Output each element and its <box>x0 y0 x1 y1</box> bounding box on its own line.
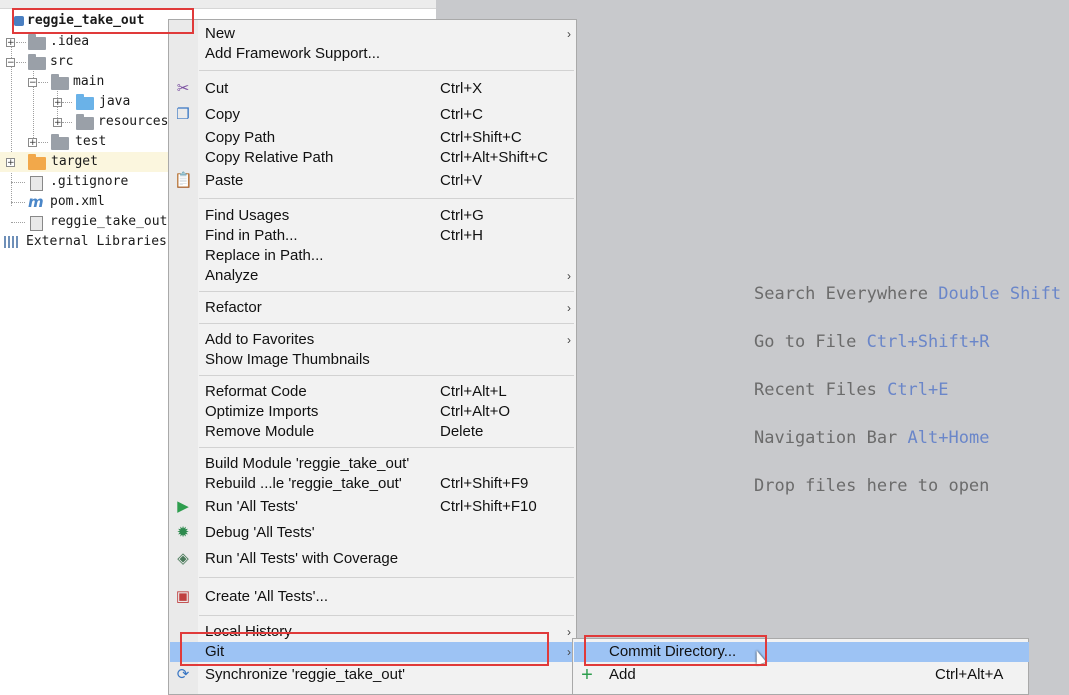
create-test-icon: ▣ <box>175 588 191 605</box>
menu-item-remove-module[interactable]: Remove Module Delete <box>170 422 575 442</box>
tree-root-label: reggie_take_out <box>27 13 145 28</box>
folder-blue-icon <box>76 94 94 110</box>
expand-icon[interactable]: + <box>6 38 15 48</box>
menu-item-new[interactable]: New › <box>170 24 575 44</box>
plus-icon: + <box>581 664 593 686</box>
menu-item-find-usages[interactable]: Find Usages Ctrl+G <box>170 206 575 226</box>
git-submenu: Commit Directory... + Add Ctrl+Alt+A <box>572 638 1029 695</box>
hint-go-to-file: Go to File Ctrl+Shift+R <box>754 332 990 352</box>
chevron-right-icon: › <box>567 269 571 283</box>
chevron-right-icon: › <box>567 27 571 41</box>
file-icon <box>30 176 43 191</box>
menu-item-git[interactable]: Git › <box>170 642 575 662</box>
tool-window-header <box>0 0 436 9</box>
submenu-item-add[interactable]: + Add Ctrl+Alt+A <box>574 665 1029 685</box>
coverage-icon: ◈ <box>177 550 189 567</box>
chevron-right-icon: › <box>567 625 571 639</box>
menu-item-rebuild-module[interactable]: Rebuild ...le 'reggie_take_out' Ctrl+Shif… <box>170 474 575 494</box>
menu-item-create-all-tests[interactable]: ▣ Create 'All Tests'... <box>170 587 575 607</box>
menu-item-reformat-code[interactable]: Reformat Code Ctrl+Alt+L <box>170 382 575 402</box>
chevron-right-icon: › <box>567 645 571 659</box>
menu-item-copy-path[interactable]: Copy Path Ctrl+Shift+C <box>170 128 575 148</box>
hint-drop-files: Drop files here to open <box>754 476 990 496</box>
expand-icon[interactable]: + <box>6 158 15 168</box>
menu-item-build-module[interactable]: Build Module 'reggie_take_out' <box>170 454 575 474</box>
chevron-right-icon: › <box>567 333 571 347</box>
maven-icon: m <box>28 193 44 211</box>
menu-item-add-framework-support[interactable]: Add Framework Support... <box>170 44 575 64</box>
menu-item-replace-in-path[interactable]: Replace in Path... <box>170 246 575 266</box>
menu-item-debug-all-tests[interactable]: ✹ Debug 'All Tests' <box>170 523 575 543</box>
submenu-item-commit-directory[interactable]: Commit Directory... <box>574 642 1029 662</box>
module-icon <box>14 16 24 26</box>
resources-folder-icon <box>76 114 94 130</box>
menu-item-add-to-favorites[interactable]: Add to Favorites › <box>170 330 575 350</box>
expand-icon[interactable]: + <box>53 98 62 108</box>
menu-item-synchronize[interactable]: ⟳ Synchronize 'reggie_take_out' <box>170 665 575 685</box>
menu-item-optimize-imports[interactable]: Optimize Imports Ctrl+Alt+O <box>170 402 575 422</box>
menu-item-local-history[interactable]: Local History › <box>170 622 575 642</box>
menu-item-run-all-tests[interactable]: ▶ Run 'All Tests' Ctrl+Shift+F10 <box>170 497 575 517</box>
menu-item-find-in-path[interactable]: Find in Path... Ctrl+H <box>170 226 575 246</box>
folder-orange-icon <box>28 154 46 170</box>
hint-recent-files: Recent Files Ctrl+E <box>754 380 949 400</box>
copy-icon: ❐ <box>176 106 190 123</box>
debug-icon: ✹ <box>176 524 190 541</box>
expand-icon[interactable]: + <box>53 118 62 128</box>
folder-icon <box>51 134 69 150</box>
menu-item-show-image-thumbnails[interactable]: Show Image Thumbnails <box>170 350 575 370</box>
hint-search-everywhere: Search Everywhere Double Shift <box>754 284 1062 304</box>
collapse-icon[interactable]: − <box>28 78 37 88</box>
context-menu: New › Add Framework Support... ✂ Cut Ctrl+X… <box>168 19 577 695</box>
paste-icon: 📋 <box>174 172 193 189</box>
libraries-icon <box>4 236 20 248</box>
folder-icon <box>51 74 69 90</box>
run-icon: ▶ <box>177 498 189 515</box>
sync-icon: ⟳ <box>176 666 190 683</box>
scissors-icon: ✂ <box>176 80 190 97</box>
menu-item-paste[interactable]: 📋 Paste Ctrl+V <box>170 171 575 191</box>
hint-navigation-bar: Navigation Bar Alt+Home <box>754 428 990 448</box>
collapse-icon[interactable]: − <box>6 58 15 68</box>
iml-file-icon <box>30 216 43 231</box>
expand-icon[interactable]: + <box>28 138 37 148</box>
menu-item-cut[interactable]: ✂ Cut Ctrl+X <box>170 79 575 99</box>
chevron-right-icon: › <box>567 301 571 315</box>
menu-item-analyze[interactable]: Analyze › <box>170 266 575 286</box>
menu-item-copy[interactable]: ❐ Copy Ctrl+C <box>170 105 575 125</box>
menu-item-copy-relative-path[interactable]: Copy Relative Path Ctrl+Alt+Shift+C <box>170 148 575 168</box>
folder-icon <box>28 54 46 70</box>
menu-item-run-with-coverage[interactable]: ◈ Run 'All Tests' with Coverage <box>170 549 575 569</box>
menu-item-refactor[interactable]: Refactor › <box>170 298 575 318</box>
folder-icon <box>28 34 46 50</box>
